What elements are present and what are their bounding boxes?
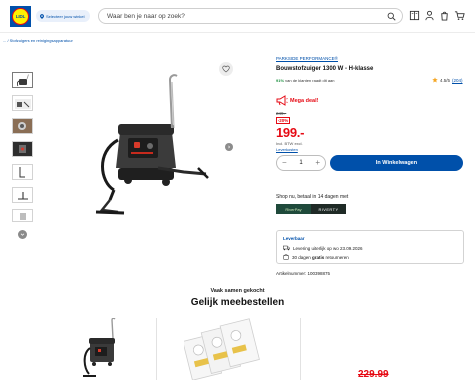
rating-summary[interactable]: 4.5/5 (204)	[432, 77, 463, 83]
thumbnail-4[interactable]	[12, 141, 33, 157]
return-free: gratis	[312, 254, 325, 260]
accessories-thumb-image	[14, 98, 31, 109]
bundle-vacuum-image[interactable]	[80, 318, 124, 380]
article-number: Artikelnummer: 100398875	[276, 271, 331, 276]
thumbnail-2[interactable]	[12, 95, 33, 111]
recommendation-text: 91% van de klanten raadt dit aan	[276, 78, 335, 83]
store-button-label: Selecteer jouw winkel	[46, 13, 85, 19]
product-title: Bouwstofzuiger 1300 W - H-klasse	[276, 66, 374, 72]
bundle-filter-bags-image[interactable]	[184, 318, 266, 380]
search-icon[interactable]	[387, 12, 396, 21]
thumbnails-scroll-down-button[interactable]	[18, 230, 27, 239]
bundle-price: 229.99	[358, 369, 389, 380]
thumbnail-7[interactable]	[12, 209, 33, 222]
heart-icon	[222, 65, 230, 73]
mega-deal-badge: Mega deal!	[276, 95, 318, 106]
delivery-costs-link[interactable]: Leverkosten	[276, 147, 298, 152]
image-next-button[interactable]	[225, 143, 233, 151]
megaphone-icon	[276, 95, 288, 106]
cart-icon[interactable]	[454, 10, 465, 21]
select-store-button[interactable]: Selecteer jouw winkel	[36, 10, 90, 22]
delivery-date-row: Levering uiterlijk op wo 23.09.2026	[283, 245, 363, 251]
section-title: Gelijk meebestellen	[190, 297, 285, 308]
riverpay-logo-text: RiverPay	[276, 204, 311, 214]
truck-icon	[283, 245, 290, 251]
recommend-percent: 91%	[276, 78, 285, 83]
availability-heading: Leverbaar	[283, 236, 305, 241]
detail-thumb-image	[13, 119, 32, 133]
nozzle-thumb-image	[17, 191, 28, 200]
rating-value: 4.5/5	[440, 77, 451, 83]
current-price: 199.-	[276, 125, 305, 140]
location-pin-icon	[40, 13, 44, 19]
quantity-value[interactable]: 1	[299, 160, 302, 166]
return-box-icon	[283, 254, 289, 260]
top-header: LIDL Selecteer jouw winkel Waar ben je n…	[0, 0, 475, 33]
old-price: 249.-	[276, 111, 287, 116]
quantity-decrease-button[interactable]: −	[282, 159, 287, 167]
thumbnail-6[interactable]	[12, 187, 33, 203]
quantity-increase-button[interactable]: +	[315, 159, 320, 167]
delivery-date-text: Levering uiterlijk op wo 23.09.2026	[293, 245, 363, 251]
pay-later-text: Shop nu, betaal in 14 dagen met	[276, 194, 349, 200]
chevron-right-icon	[228, 145, 231, 149]
thumbnail-5[interactable]	[12, 164, 33, 180]
mega-deal-label: Mega deal!	[290, 97, 319, 104]
thumbnail-1[interactable]	[12, 72, 33, 88]
return-suffix: retourneren	[324, 254, 349, 260]
product-main-image[interactable]	[88, 72, 212, 218]
discount-badge: -20%	[276, 117, 290, 124]
logo-text: LIDL	[15, 14, 26, 19]
chevron-down-icon	[20, 233, 25, 236]
add-to-cart-button[interactable]: In Winkelwagen	[330, 155, 463, 171]
delivery-info-box: Leverbaar Levering uiterlijk op wo 23.09…	[276, 230, 464, 264]
breadcrumb[interactable]: ... / Stofzuigers en reinigingsapparatuu…	[3, 38, 73, 43]
search-input[interactable]: Waar ben je naar op zoek?	[98, 8, 403, 24]
user-account-icon[interactable]	[424, 10, 435, 21]
vacuum-thumb-image	[16, 73, 29, 86]
recommend-label: van de klanten raadt dit aan	[285, 78, 335, 83]
bundle-divider-2	[300, 318, 301, 380]
section-subtitle: Vaak samen gekocht	[210, 288, 265, 294]
return-text: 30 dagen gratis retourneren	[292, 255, 349, 260]
search-placeholder: Waar ben je naar op zoek?	[107, 12, 185, 20]
filter-thumb-image	[19, 212, 26, 220]
riverty-logo[interactable]: RiverPay RIVERTY	[276, 204, 346, 214]
star-icon	[432, 77, 438, 83]
vat-note: Incl. BTW excl.	[276, 141, 303, 146]
thumbnail-3[interactable]	[12, 118, 33, 134]
shopping-list-icon[interactable]	[439, 10, 450, 21]
wishlist-button[interactable]	[219, 62, 233, 76]
brand-link[interactable]: PARKSIDE PERFORMANCE®	[276, 56, 338, 61]
return-row: 30 dagen gratis retourneren	[283, 254, 349, 260]
leaflet-icon[interactable]	[409, 10, 420, 21]
return-days: 30 dagen	[292, 254, 313, 260]
lidl-logo[interactable]: LIDL	[10, 6, 31, 27]
panel-thumb-image	[13, 142, 32, 156]
rating-count[interactable]: (204)	[452, 78, 463, 83]
quantity-stepper: − 1 +	[276, 155, 326, 171]
riverty-logo-text: RIVERTY	[311, 204, 346, 214]
bundle-divider-1	[156, 318, 157, 380]
hose-thumb-image	[19, 166, 25, 177]
